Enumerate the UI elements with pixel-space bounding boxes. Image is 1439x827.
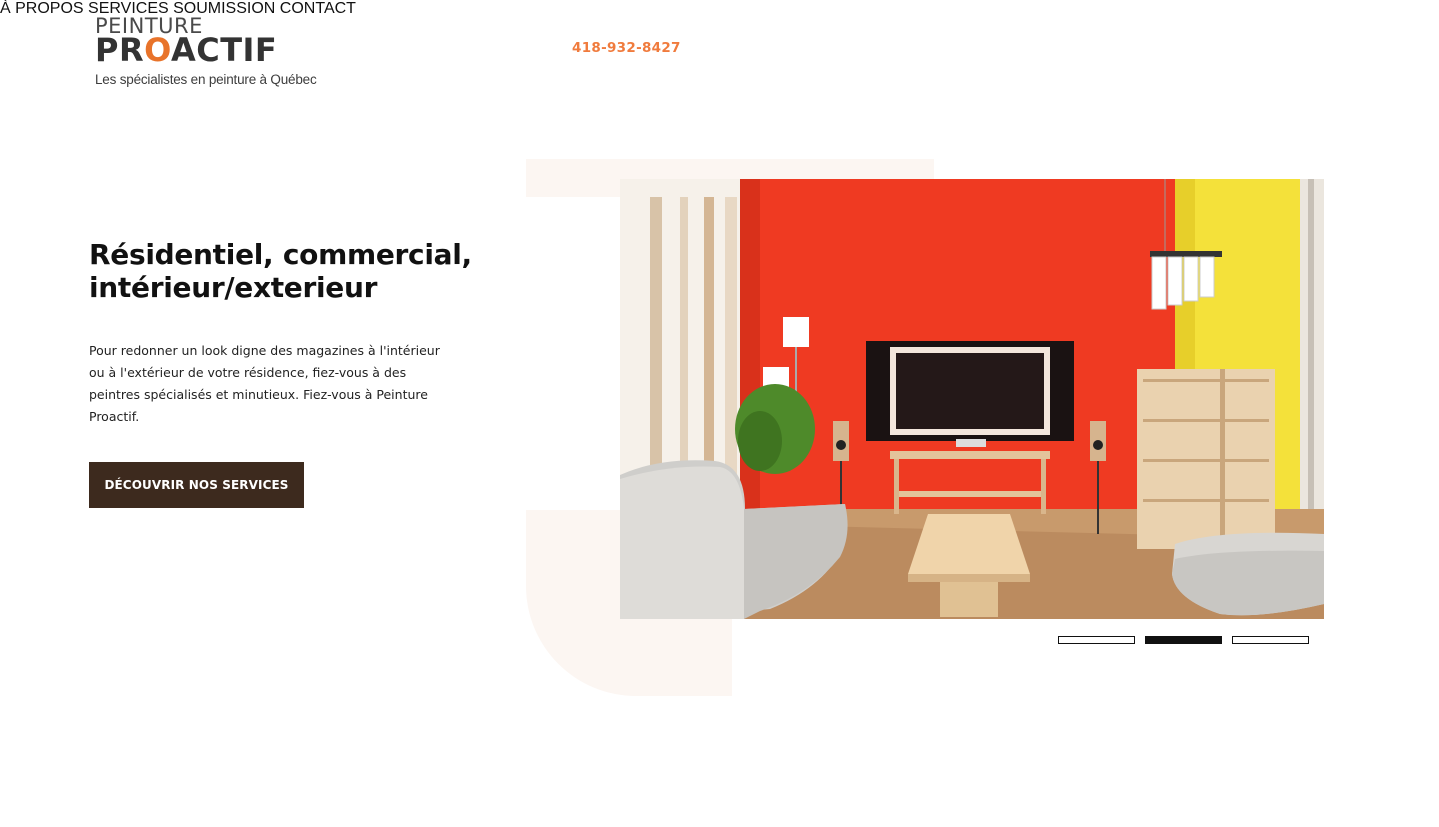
logo-main-o: O [144,31,171,69]
site-logo[interactable]: PEINTURE PROACTIF Les spécialistes en pe… [95,14,325,92]
hero-description: Pour redonner un look digne des magazine… [89,343,440,424]
hero-title-line1: Résidentiel, commercial, [89,238,472,271]
hero-title: Résidentiel, commercial, intérieur/exter… [89,238,509,304]
nav-item-a-propos[interactable]: À PROPOS [0,0,84,17]
logo-main-right: ACTIF [170,31,278,69]
hero-title-line2: intérieur/exterieur [89,271,378,304]
logo-main-left: PR [95,31,145,69]
logo-main-text: PROACTIF [95,34,277,66]
slider-dot-2[interactable] [1145,636,1222,644]
discover-services-button[interactable]: DÉCOUVRIR NOS SERVICES [89,462,304,508]
logo-tagline: Les spécialistes en peinture à Québec [95,72,317,87]
slider-dot-3[interactable] [1232,636,1309,644]
hero-slide-image [620,179,1324,619]
slider-dot-1[interactable] [1058,636,1135,644]
decor-block-left [526,197,620,510]
phone-link[interactable]: 418-932-8427 [572,40,681,56]
